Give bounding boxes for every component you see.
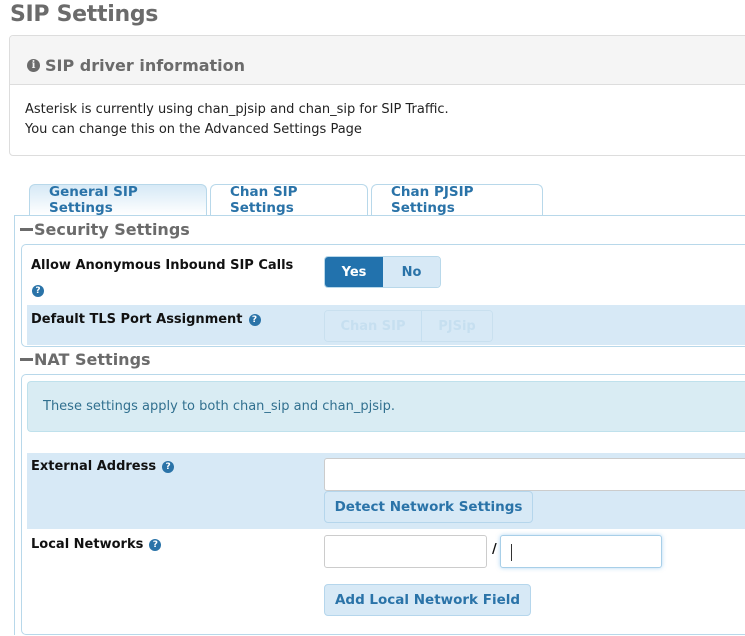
tls-port-pjsip: PJSip [422, 311, 492, 341]
collapse-icon [20, 358, 33, 361]
tls-port-label-text: Default TLS Port Assignment [31, 312, 243, 327]
info-panel-body: Asterisk is currently using chan_pjsip a… [10, 85, 745, 140]
external-address-label-text: External Address [31, 459, 157, 474]
external-address-input[interactable] [324, 458, 745, 491]
tab-general-sip-settings[interactable]: General SIP Settings [29, 184, 207, 216]
help-icon[interactable]: ? [162, 460, 175, 473]
detect-network-settings-button[interactable]: Detect Network Settings [324, 491, 533, 523]
tab-chan-sip-settings[interactable]: Chan SIP Settings [210, 184, 368, 216]
info-circle-icon: i [27, 58, 40, 72]
local-networks-label: Local Networks ? [31, 537, 162, 552]
nat-settings-fieldset: These settings apply to both chan_sip an… [21, 374, 745, 635]
security-settings-fieldset: Allow Anonymous Inbound SIP Calls ? Yes … [21, 244, 745, 347]
allow-anonymous-toggle[interactable]: Yes No [324, 256, 441, 288]
allow-anonymous-row: Allow Anonymous Inbound SIP Calls ? Yes … [27, 245, 745, 305]
settings-tabs: General SIP Settings Chan SIP Settings C… [29, 184, 543, 216]
cidr-separator: / [492, 542, 497, 557]
collapse-icon [20, 228, 33, 231]
info-panel-header: i SIP driver information [10, 36, 745, 85]
tls-port-label: Default TLS Port Assignment ? [31, 312, 261, 327]
allow-anonymous-no[interactable]: No [383, 257, 440, 287]
local-network-address-input[interactable] [324, 535, 487, 568]
nat-info-alert: These settings apply to both chan_sip an… [27, 381, 745, 432]
local-network-cidr-input[interactable] [500, 535, 662, 568]
security-settings-title: Security Settings [34, 220, 190, 239]
security-settings-toggle[interactable]: Security Settings [20, 220, 190, 239]
help-icon[interactable]: ? [32, 285, 44, 297]
help-icon[interactable]: ? [248, 313, 261, 326]
tab-chan-pjsip-settings[interactable]: Chan PJSIP Settings [371, 184, 543, 216]
info-line: Asterisk is currently using chan_pjsip a… [25, 102, 449, 117]
page-title: SIP Settings [10, 2, 159, 27]
nat-settings-title: NAT Settings [34, 350, 151, 369]
sip-driver-info-panel: i SIP driver information Asterisk is cur… [9, 35, 745, 156]
allow-anonymous-yes[interactable]: Yes [325, 257, 383, 287]
add-local-network-field-button[interactable]: Add Local Network Field [324, 584, 531, 616]
text-caret [511, 544, 512, 561]
tab-content-general: Security Settings Allow Anonymous Inboun… [14, 215, 745, 635]
local-networks-row: Local Networks ? / Add Local Network Fie… [27, 529, 745, 636]
nat-settings-toggle[interactable]: NAT Settings [20, 350, 151, 369]
tls-port-chan-sip: Chan SIP [325, 311, 422, 341]
allow-anonymous-label: Allow Anonymous Inbound SIP Calls [31, 258, 293, 273]
info-panel-title: SIP driver information [45, 55, 246, 75]
tls-port-row: Default TLS Port Assignment ? Chan SIP P… [27, 305, 745, 345]
allow-anonymous-label-text: Allow Anonymous Inbound SIP Calls [31, 258, 294, 273]
local-networks-label-text: Local Networks [31, 537, 144, 552]
external-address-label: External Address ? [31, 459, 175, 474]
info-line: You can change this on the Advanced Sett… [25, 122, 362, 137]
external-address-row: External Address ? Detect Network Settin… [27, 453, 745, 529]
help-icon[interactable]: ? [149, 538, 162, 551]
tls-port-toggle: Chan SIP PJSip [324, 310, 493, 342]
